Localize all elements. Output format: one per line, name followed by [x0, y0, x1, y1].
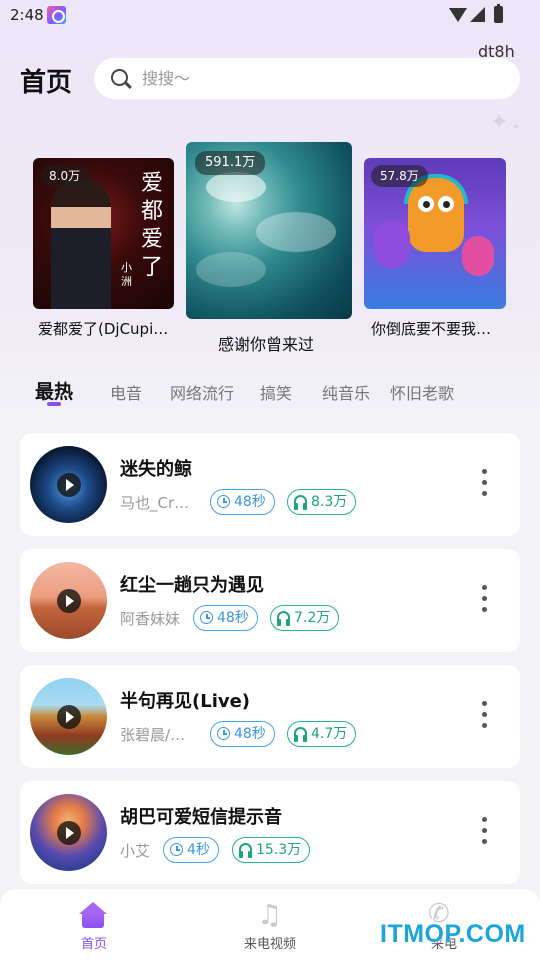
nav-label-call-video: 来电视频	[244, 937, 297, 952]
music-note-icon: ♫	[257, 898, 283, 931]
plays-pill: 15.3万	[232, 837, 311, 863]
cover-calligraphy: 爱都爱了	[141, 170, 165, 282]
plays-text: 15.3万	[256, 842, 302, 858]
featured-title-1[interactable]: 爱都爱了(DjCupid.Chino...	[38, 318, 170, 339]
wave-foam	[196, 252, 266, 287]
song-title: 胡巴可爱短信提示音	[120, 807, 282, 828]
featured-badge-1: 8.0万	[40, 165, 90, 187]
status-time: 2:48	[10, 6, 44, 24]
plays-pill: 4.7万	[287, 721, 357, 747]
notification-app-icon	[47, 6, 66, 24]
song-artist: 张碧晨/余…	[120, 726, 196, 744]
wifi-icon	[449, 8, 467, 22]
battery-icon	[494, 4, 503, 23]
song-title: 红尘一趟只为遇见	[120, 575, 264, 596]
tab-funny[interactable]: 搞笑	[260, 380, 292, 404]
duration-pill: 48秒	[210, 721, 275, 747]
tab-indicator	[47, 402, 61, 406]
cartoon-monster	[374, 220, 410, 268]
headphone-icon	[294, 495, 307, 510]
featured-title-3[interactable]: 你倒底要不要我接...	[371, 318, 503, 339]
play-icon[interactable]	[57, 473, 81, 497]
more-options-icon[interactable]	[479, 701, 489, 733]
nav-item-home[interactable]: 首页	[60, 889, 126, 960]
nav-item-call-video[interactable]: ♫ 来电视频	[230, 889, 310, 960]
cover-artist-text-inner: 小洲	[121, 261, 132, 288]
clock-icon	[217, 727, 230, 740]
headphone-icon	[294, 727, 307, 742]
page-title: 首页	[20, 68, 73, 98]
sparkle-icon: ✦	[490, 110, 509, 135]
clock-icon	[200, 611, 213, 624]
headphone-icon	[277, 611, 290, 626]
song-cover	[30, 446, 107, 523]
tab-hottest[interactable]: 最热	[35, 377, 73, 404]
tab-pure-music[interactable]: 纯音乐	[322, 380, 370, 404]
featured-title-2[interactable]: 感谢你曾来过	[218, 331, 328, 355]
song-card[interactable]: 半句再见(Live) 张碧晨/余… 48秒 4.7万	[20, 665, 520, 768]
duration-text: 48秒	[217, 610, 249, 626]
play-icon[interactable]	[57, 705, 81, 729]
home-icon	[79, 902, 107, 928]
featured-badge-2: 591.1万	[195, 151, 266, 175]
watermark: ITMOP.COM	[380, 920, 526, 948]
tab-internet-pop[interactable]: 网络流行	[170, 380, 234, 404]
search-icon	[111, 69, 128, 86]
song-artist: 马也_Crazy	[120, 494, 196, 512]
wave-foam	[206, 172, 266, 202]
song-card[interactable]: 红尘一趟只为遇见 阿香妹妹 48秒 7.2万	[20, 549, 520, 652]
cover-calligraphy-text: 爱都爱了	[141, 171, 164, 280]
duration-text: 48秒	[234, 726, 266, 742]
search-bar[interactable]	[94, 58, 520, 99]
plays-text: 4.7万	[311, 726, 348, 742]
nav-label-home: 首页	[81, 937, 108, 952]
song-cover	[30, 678, 107, 755]
plays-pill: 8.3万	[287, 489, 357, 515]
clock-icon	[217, 495, 230, 508]
song-card[interactable]: 迷失的鲸 马也_Crazy 48秒 8.3万	[20, 433, 520, 536]
clock-icon	[170, 843, 183, 856]
cover-artist-text: 小洲	[121, 261, 133, 289]
cartoon-monster	[408, 178, 464, 252]
tab-electronic[interactable]: 电音	[110, 380, 142, 404]
plays-pill: 7.2万	[270, 605, 340, 631]
monster-eye	[418, 196, 434, 212]
tab-oldies[interactable]: 怀旧老歌	[390, 380, 454, 404]
sparkle-small-icon: ✦	[512, 122, 521, 133]
song-cover	[30, 562, 107, 639]
duration-text: 4秒	[187, 842, 210, 858]
signal-icon	[470, 7, 485, 22]
song-artist: 小艾	[120, 842, 151, 860]
duration-pill: 48秒	[193, 605, 258, 631]
status-bar: 2:48	[0, 0, 540, 32]
wave-foam	[256, 212, 336, 252]
more-options-icon[interactable]	[479, 817, 489, 849]
cartoon-monster	[462, 236, 494, 276]
monster-eye	[438, 196, 454, 212]
more-options-icon[interactable]	[479, 585, 489, 617]
song-card[interactable]: 胡巴可爱短信提示音 小艾 4秒 15.3万	[20, 781, 520, 884]
play-icon[interactable]	[57, 589, 81, 613]
featured-badge-3: 57.8万	[371, 165, 428, 187]
play-icon[interactable]	[57, 821, 81, 845]
plays-text: 8.3万	[311, 494, 348, 510]
plays-text: 7.2万	[294, 610, 331, 626]
singer-figure	[51, 178, 111, 309]
song-cover	[30, 794, 107, 871]
duration-pill: 4秒	[163, 837, 219, 863]
search-input[interactable]	[142, 58, 502, 99]
song-artist: 阿香妹妹	[120, 610, 181, 628]
headphone-icon	[239, 843, 252, 858]
song-title: 半句再见(Live)	[120, 691, 251, 712]
duration-text: 48秒	[234, 494, 266, 510]
more-options-icon[interactable]	[479, 469, 489, 501]
duration-pill: 48秒	[210, 489, 275, 515]
song-title: 迷失的鲸	[120, 459, 192, 480]
